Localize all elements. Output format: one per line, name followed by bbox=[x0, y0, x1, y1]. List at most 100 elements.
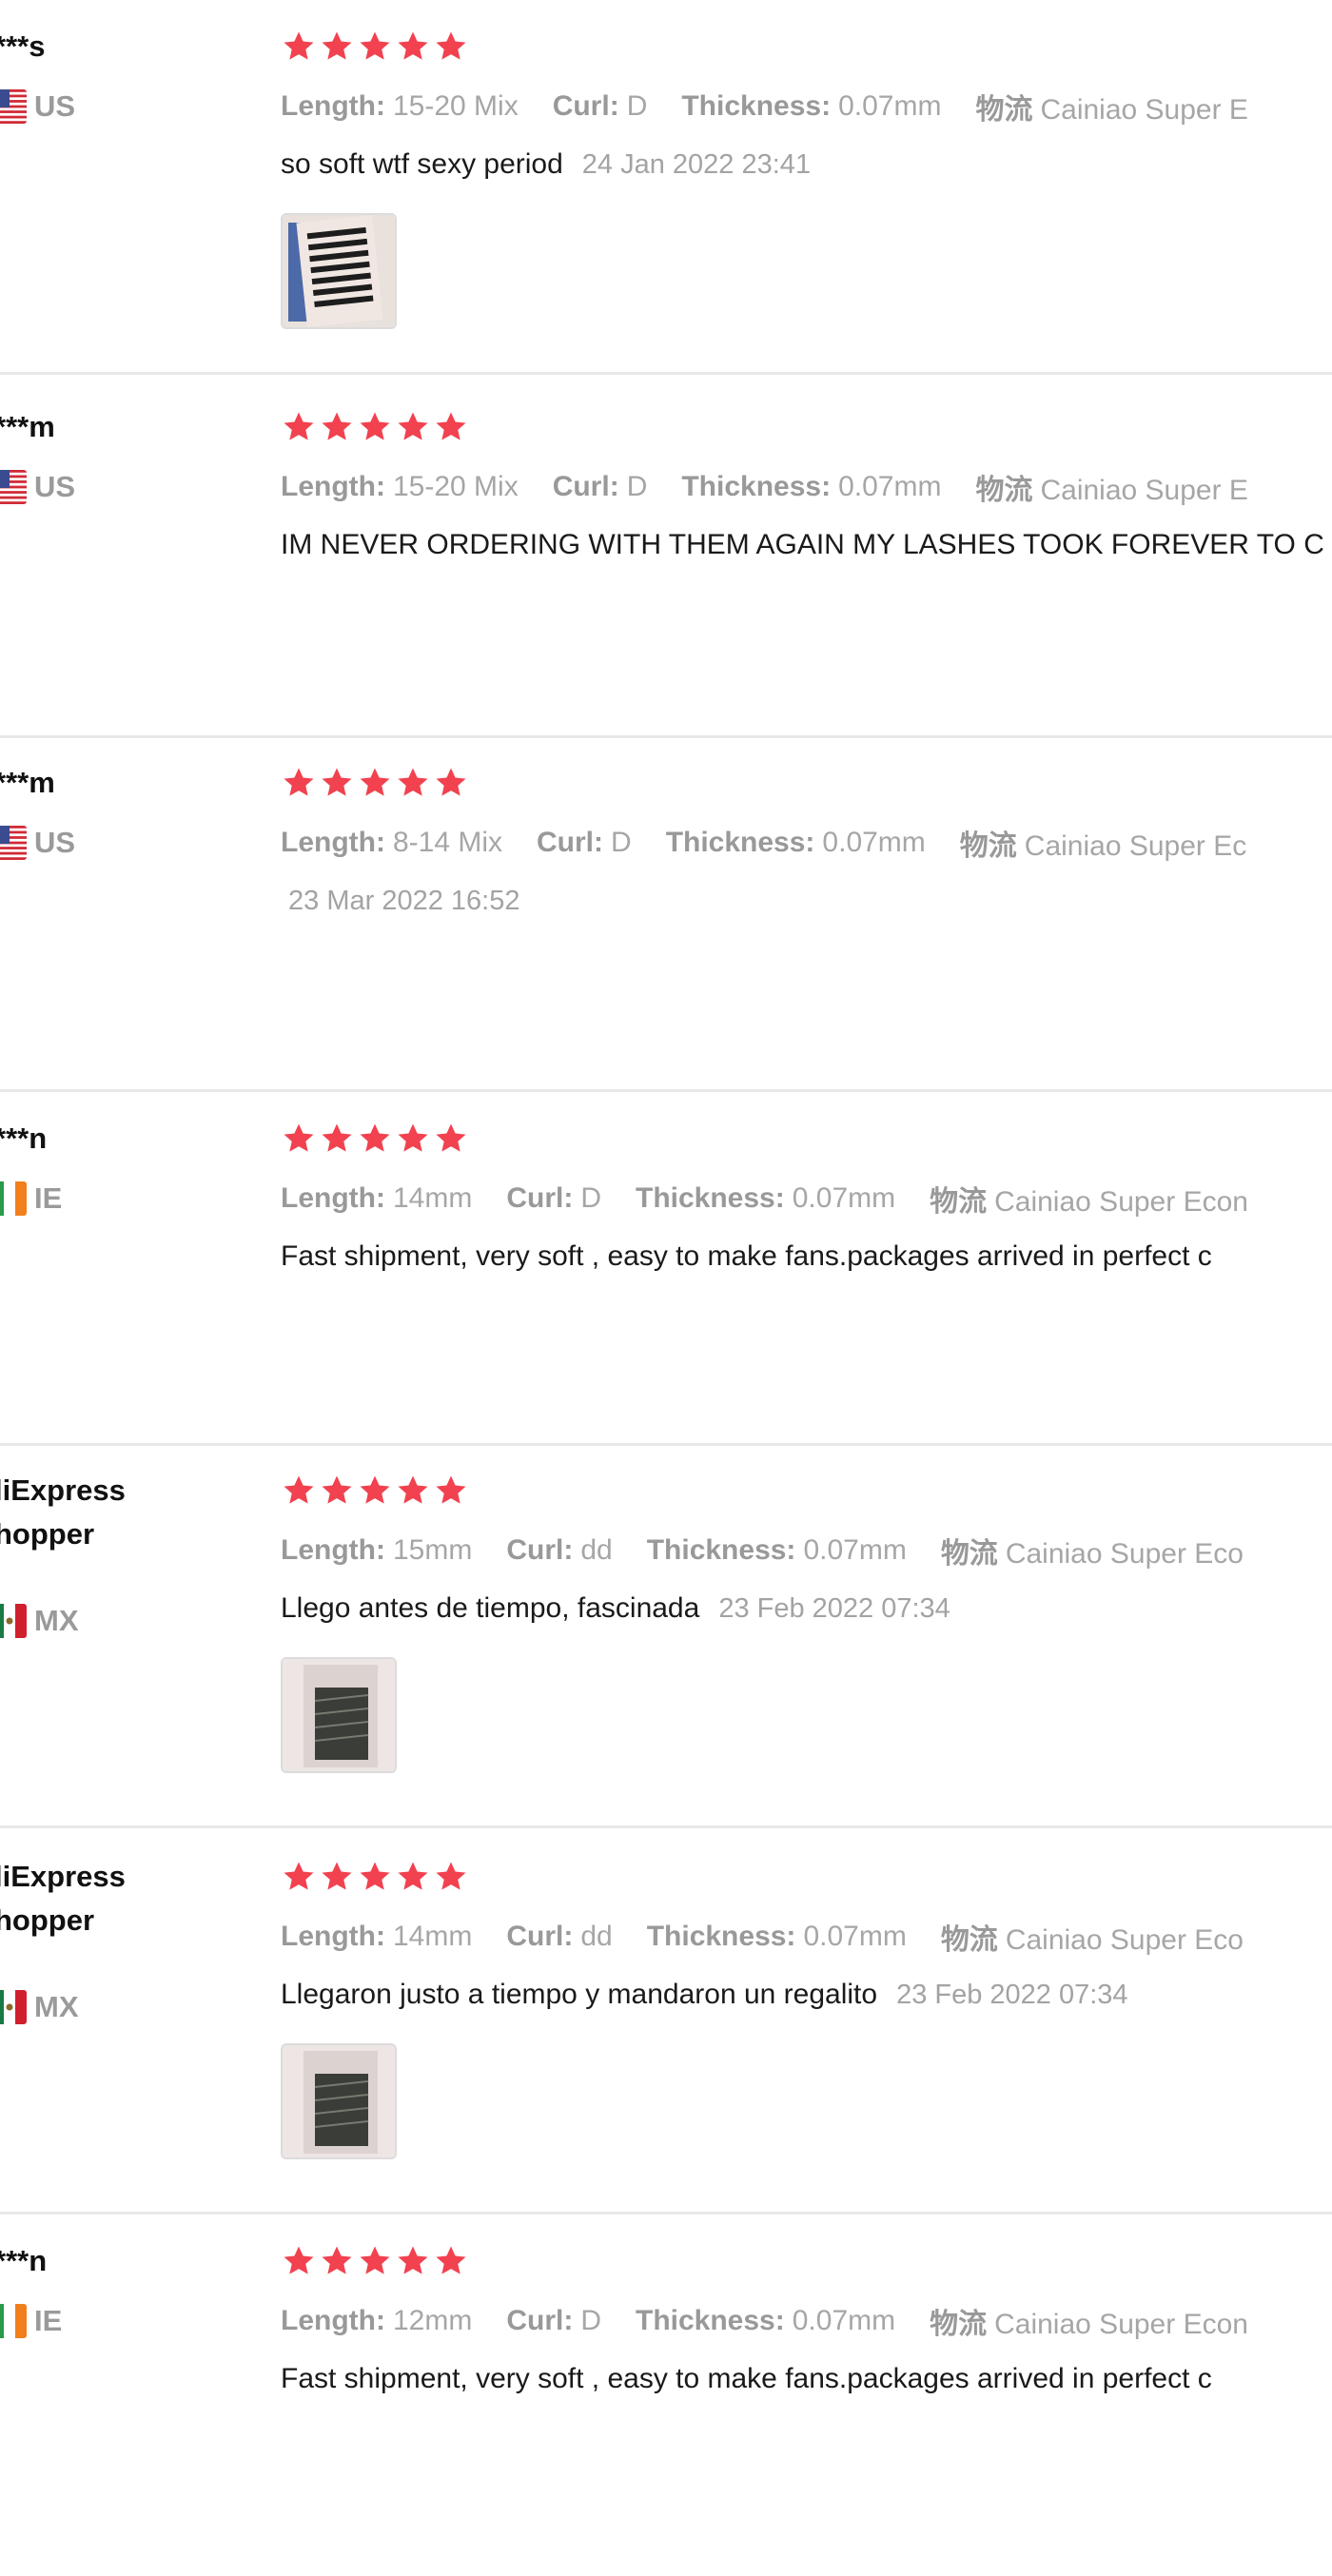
curl-label: Curl: bbox=[552, 471, 619, 502]
reviewer-country: MX bbox=[0, 1602, 79, 1640]
star-icon bbox=[395, 409, 431, 445]
thickness-value: 0.07mm bbox=[792, 1182, 896, 1214]
us-flag-icon bbox=[0, 826, 27, 860]
review-photo-thumbnail[interactable] bbox=[281, 2043, 397, 2159]
reviewer-country: US bbox=[0, 468, 75, 506]
curl-value: D bbox=[611, 827, 632, 858]
review-comment-line: Fast shipment, very soft , easy to make … bbox=[281, 2359, 1332, 2399]
shipping-value: Cainiao Super Eco bbox=[1005, 1538, 1244, 1570]
review-date: 23 Feb 2022 07:34 bbox=[896, 1979, 1128, 2010]
review-item: ***m US Length: 15-20 Mix Curl: D Thickness: 0.… bbox=[0, 381, 1332, 738]
star-rating bbox=[281, 2243, 1332, 2281]
length-value: 14mm bbox=[392, 1182, 473, 1214]
star-icon bbox=[281, 2243, 317, 2279]
star-icon bbox=[433, 1473, 469, 1509]
thickness-label: Thickness: bbox=[665, 827, 815, 858]
star-icon bbox=[433, 2243, 469, 2279]
reviewer-info: liExpress hopper MX bbox=[0, 1444, 257, 1805]
curl-label: Curl: bbox=[552, 90, 619, 122]
length-attribute: Length: 15-20 Mix bbox=[281, 90, 519, 123]
reviewer-info: ***m US bbox=[0, 736, 257, 1098]
length-value: 8-14 Mix bbox=[392, 827, 503, 858]
review-comment-line: IM NEVER ORDERING WITH THEM AGAIN MY LAS… bbox=[281, 525, 1332, 565]
shipping-label: 物流 bbox=[940, 1924, 998, 1956]
country-code: US bbox=[34, 826, 76, 859]
length-label: Length: bbox=[281, 1534, 385, 1566]
shipping-label: 物流 bbox=[975, 94, 1033, 126]
length-label: Length: bbox=[281, 471, 385, 502]
star-icon bbox=[357, 1473, 393, 1509]
thickness-attribute: Thickness: 0.07mm bbox=[636, 1182, 895, 1215]
curl-value: dd bbox=[580, 1534, 613, 1566]
shipping-label: 物流 bbox=[975, 475, 1033, 506]
reviewer-name: liExpress hopper bbox=[0, 1473, 126, 1551]
star-icon bbox=[357, 409, 393, 445]
star-rating bbox=[281, 1473, 1332, 1511]
curl-attribute: Curl: D bbox=[553, 90, 648, 123]
thickness-attribute: Thickness: 0.07mm bbox=[647, 1921, 907, 1953]
star-icon bbox=[433, 765, 469, 801]
shipping-value: Cainiao Super Econ bbox=[994, 1186, 1248, 1218]
thickness-label: Thickness: bbox=[681, 90, 832, 122]
reviewer-name: ***m bbox=[0, 410, 55, 443]
review-comment: Fast shipment, very soft , easy to make … bbox=[281, 2363, 1212, 2394]
country-code: US bbox=[34, 470, 76, 503]
length-value: 12mm bbox=[392, 2305, 473, 2336]
shipping-attribute: 物流 Cainiao Super Econ bbox=[930, 1180, 1248, 1218]
reviewer-name: ***s bbox=[0, 29, 46, 63]
review-item: ***n IE Length:12mm Curl:D Thickness:0.07mm 物… bbox=[0, 2215, 1332, 2521]
review-comment: Llegaron justo a tiempo y mandaron un re… bbox=[281, 1979, 878, 2010]
shipping-label: 物流 bbox=[930, 2309, 988, 2340]
curl-attribute: Curl: dd bbox=[506, 1921, 612, 1953]
length-attribute: Length: 14mm bbox=[281, 1182, 472, 1215]
thickness-label: Thickness: bbox=[636, 2305, 785, 2336]
thickness-label: Thickness: bbox=[646, 1921, 796, 1952]
shipping-label: 物流 bbox=[930, 1186, 988, 1218]
star-rating bbox=[281, 765, 1332, 803]
star-icon bbox=[357, 1121, 393, 1157]
curl-label: Curl: bbox=[537, 827, 604, 858]
star-icon bbox=[357, 1859, 393, 1895]
length-attribute: Length: 12mm bbox=[281, 2305, 472, 2337]
curl-attribute: Curl: dd bbox=[506, 1534, 612, 1567]
review-comment: IM NEVER ORDERING WITH THEM AGAIN MY LAS… bbox=[281, 529, 1324, 560]
star-icon bbox=[395, 29, 431, 65]
thickness-attribute: Thickness: 0.07mm bbox=[666, 827, 926, 859]
star-rating bbox=[281, 1859, 1332, 1897]
star-icon bbox=[281, 29, 317, 65]
star-rating bbox=[281, 1121, 1332, 1159]
star-icon bbox=[357, 2243, 393, 2279]
thickness-value: 0.07mm bbox=[803, 1534, 907, 1566]
review-comment-line: Llegaron justo a tiempo y mandaron un re… bbox=[281, 1975, 1332, 2015]
curl-value: D bbox=[580, 2305, 601, 2336]
reviewer-country: US bbox=[0, 824, 75, 862]
length-value: 14mm bbox=[392, 1921, 473, 1952]
reviewer-country: MX bbox=[0, 1988, 79, 2026]
star-icon bbox=[395, 1121, 431, 1157]
star-icon bbox=[319, 409, 355, 445]
star-icon bbox=[319, 2243, 355, 2279]
country-code: IE bbox=[34, 1181, 63, 1215]
mx-flag-icon bbox=[0, 1604, 27, 1638]
star-icon bbox=[395, 1473, 431, 1509]
reviewer-country: US bbox=[0, 88, 75, 126]
us-flag-icon bbox=[0, 89, 27, 124]
product-attributes: Length: 14mm Curl: dd Thickness: 0.07mm 物流 Cain… bbox=[281, 1918, 1332, 1956]
review-comment: so soft wtf sexy period bbox=[281, 148, 563, 180]
shipping-value: Cainiao Super E bbox=[1040, 475, 1248, 506]
shipping-attribute: 物流 Cainiao Super Eco bbox=[941, 1532, 1244, 1570]
shipping-label: 物流 bbox=[959, 830, 1017, 862]
reviewer-info: ***m US bbox=[0, 381, 257, 742]
review-photo-thumbnail[interactable] bbox=[281, 1657, 397, 1773]
reviewer-info: ***s US bbox=[0, 0, 257, 361]
review-list: ***sUSLength:15-20 MixCurl:DThickness:0.… bbox=[0, 0, 1332, 2521]
reviewer-info: liExpress hopper MX bbox=[0, 1830, 257, 2192]
length-attribute: Length: 8-14 Mix bbox=[281, 827, 502, 859]
review-photo-thumbnail[interactable] bbox=[281, 213, 397, 329]
length-label: Length: bbox=[281, 1921, 385, 1952]
star-icon bbox=[319, 1859, 355, 1895]
reviewer-name: ***n bbox=[0, 2244, 48, 2277]
shipping-attribute: 物流 Cainiao Super Econ bbox=[930, 2302, 1248, 2340]
review-date: 23 Mar 2022 16:52 bbox=[288, 885, 520, 916]
ie-flag-icon bbox=[0, 2304, 27, 2338]
